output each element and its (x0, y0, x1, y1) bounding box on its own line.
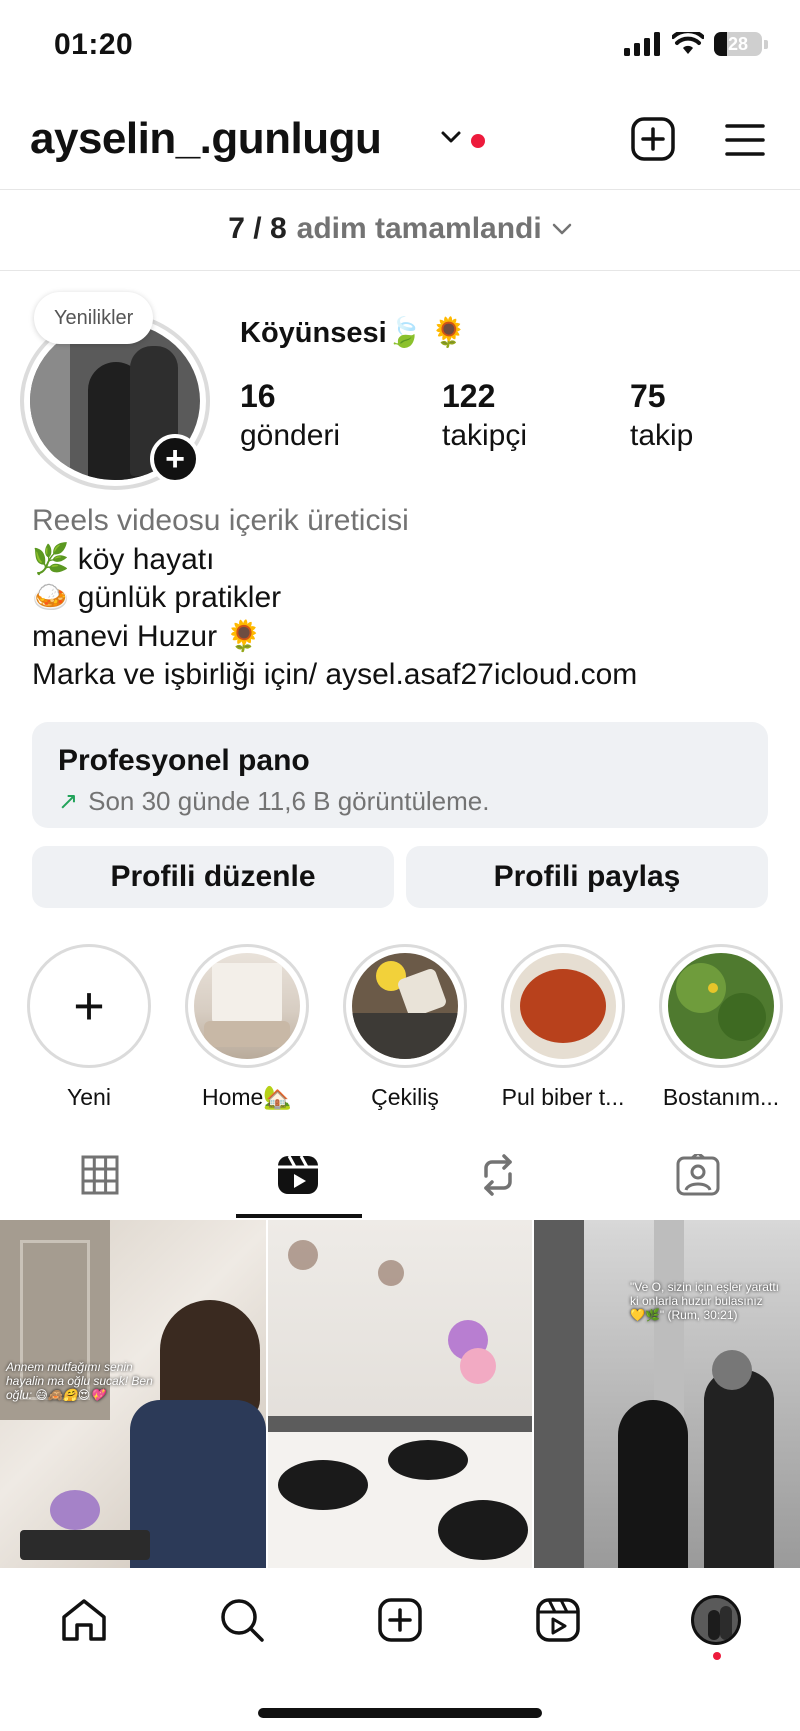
steps-count: 7 / 8 (228, 212, 287, 245)
trend-up-icon: ↗ (58, 788, 79, 815)
stat-posts[interactable]: 16 gönderi (240, 378, 340, 453)
highlight-thumb (194, 953, 300, 1059)
reel-thumbnail[interactable]: "Ve O, sizin için eşler yarattı ki onlar… (534, 1220, 800, 1568)
bio-line: 🍛 günlük pratikler (32, 581, 282, 614)
reel-thumbnail[interactable]: Annem mutfağımı senin hayalin ma oğlu su… (0, 1220, 266, 1568)
reel-overlay-text: "Ve O, sizin için eşler yarattı ki onlar… (630, 1280, 779, 1322)
profile-header: ayselin_.gunlugu (0, 104, 800, 184)
stat-followers[interactable]: 122 takipçi (442, 378, 527, 453)
highlight-label: Bostanım... (662, 1084, 780, 1110)
tab-reposts[interactable] (468, 1150, 528, 1200)
highlight-label: Çekiliş (371, 1084, 439, 1110)
bio-category: Reels videosu içerik üreticisi (32, 504, 409, 537)
note-text: Yenilikler (54, 306, 134, 329)
share-profile-button[interactable]: Profili paylaş (406, 846, 768, 908)
status-icons: 28 (624, 32, 768, 56)
create-icon (378, 1598, 422, 1642)
nav-search[interactable] (214, 1592, 270, 1648)
bottom-nav (0, 1568, 800, 1731)
dashboard-subtitle: ↗ Son 30 günde 11,6 B görüntüleme. (58, 786, 742, 817)
create-icon[interactable] (630, 116, 676, 162)
bio: Reels videosu içerik üreticisi 🌿 köy hay… (32, 502, 772, 695)
wifi-icon (672, 32, 704, 54)
highlight-ring: + (27, 944, 151, 1068)
profile-notification-dot (713, 1652, 721, 1660)
reel-thumbnail[interactable] (268, 1220, 532, 1568)
stat-posts-label: gönderi (240, 419, 341, 452)
display-name: Köyünsesi🍃 🌻 (240, 317, 467, 349)
highlight-thumb (510, 953, 616, 1059)
tagged-icon (676, 1154, 720, 1196)
nav-home[interactable] (56, 1592, 112, 1648)
highlight-ring (185, 944, 309, 1068)
reels-icon (536, 1598, 580, 1642)
tab-reels[interactable] (268, 1150, 328, 1200)
repost-icon (484, 1154, 512, 1196)
highlight-thumb (352, 953, 458, 1059)
battery-level: 28 (727, 33, 749, 54)
chevron-down-icon (552, 223, 571, 235)
status-bar: 01:20 28 (0, 0, 800, 96)
note-bubble[interactable]: Yenilikler (34, 292, 154, 344)
stat-followers-value: 122 (442, 378, 496, 414)
profile-avatar (691, 1595, 741, 1645)
tab-grid[interactable] (70, 1150, 130, 1200)
tab-tagged[interactable] (668, 1150, 728, 1200)
grid-icon (81, 1155, 119, 1195)
battery-icon: 28 (714, 32, 762, 56)
battery-tip (764, 39, 768, 49)
home-indicator[interactable] (258, 1708, 542, 1718)
menu-icon[interactable] (724, 122, 766, 158)
highlight-thumb (668, 953, 774, 1059)
status-time: 01:20 (54, 28, 134, 61)
bio-line: manevi Huzur 🌻 (32, 619, 263, 653)
highlight-ring (659, 944, 783, 1068)
highlight-label: Yeni (67, 1084, 111, 1110)
nav-create[interactable] (372, 1592, 428, 1648)
dashboard-title: Profesyonel pano (58, 744, 310, 777)
stat-following-value: 75 (630, 378, 666, 414)
add-story-icon[interactable]: + (150, 434, 200, 484)
search-icon (221, 1599, 264, 1642)
stat-followers-label: takipçi (442, 419, 528, 452)
signal-icon (624, 32, 660, 56)
highlight-item[interactable]: Pul biber t... (498, 944, 628, 1111)
highlight-label: Pul biber t... (501, 1084, 625, 1110)
nav-reels[interactable] (530, 1592, 586, 1648)
highlight-new[interactable]: + Yeni (24, 944, 154, 1111)
highlight-label: Home🏡 (202, 1084, 292, 1110)
highlight-item[interactable]: Bostanım... (656, 944, 786, 1111)
account-switcher[interactable]: ayselin_.gunlugu (30, 114, 382, 164)
setup-progress[interactable]: 7 / 8 adim tamamlandi (0, 196, 800, 262)
professional-dashboard[interactable]: Profesyonel pano ↗ Son 30 günde 11,6 B g… (32, 722, 768, 828)
steps-label: adim tamamlandi (296, 212, 542, 245)
home-icon (62, 1599, 106, 1641)
dashboard-subtitle-text: Son 30 günde 11,6 B görüntüleme. (88, 786, 490, 816)
plus-icon: + (73, 976, 105, 1036)
reel-overlay-text: Annem mutfağımı senin hayalin ma oğlu su… (6, 1360, 153, 1402)
reels-icon (278, 1155, 318, 1194)
stat-following[interactable]: 75 takip (630, 378, 693, 453)
chevron-down-icon[interactable] (440, 130, 462, 146)
stat-posts-value: 16 (240, 378, 276, 414)
highlight-item[interactable]: Home🏡 (182, 944, 312, 1111)
bio-link[interactable]: Marka ve işbirliği için/ aysel.asaf27icl… (32, 656, 772, 695)
stat-following-label: takip (630, 419, 694, 452)
edit-profile-button[interactable]: Profili düzenle (32, 846, 394, 908)
active-tab-indicator (236, 1214, 362, 1218)
nav-profile[interactable] (688, 1592, 744, 1648)
highlight-item[interactable]: Çekiliş (340, 944, 470, 1111)
bio-line: 🌿 köy hayatı (32, 542, 215, 576)
notification-dot (471, 134, 485, 148)
highlight-ring (343, 944, 467, 1068)
steps-divider (0, 270, 800, 271)
header-divider (0, 189, 800, 190)
highlight-ring (501, 944, 625, 1068)
